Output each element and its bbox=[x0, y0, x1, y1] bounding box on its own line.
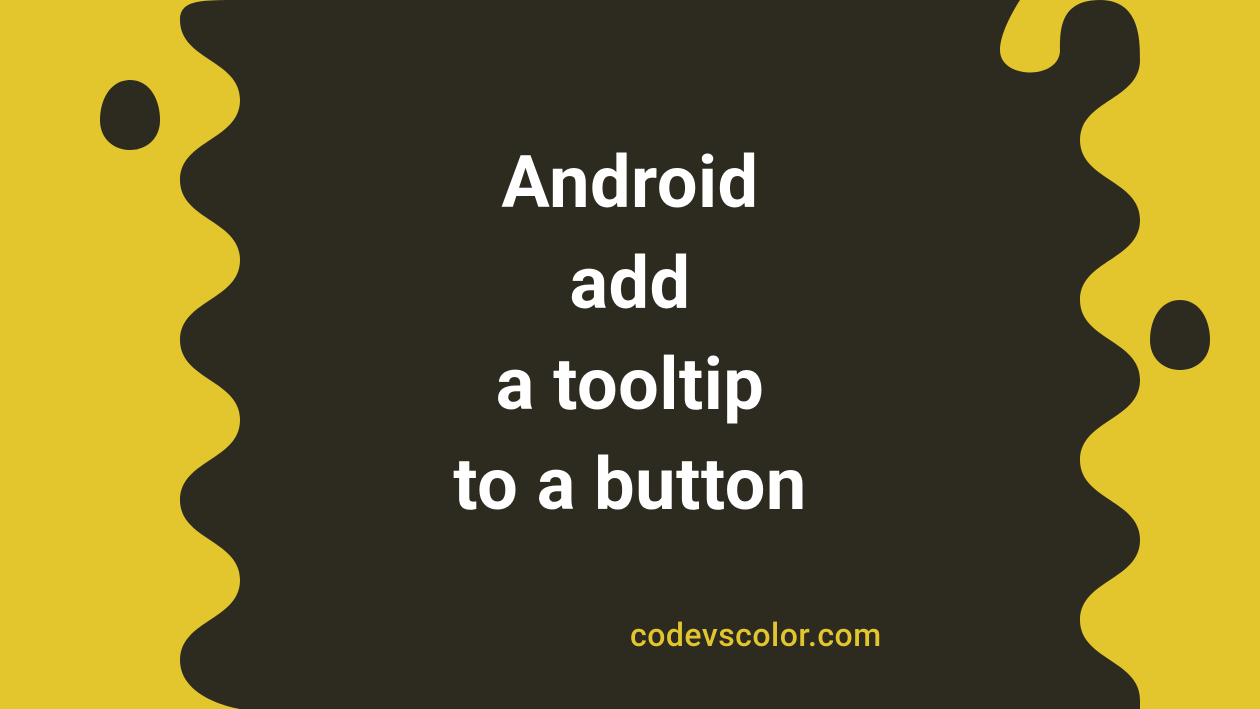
main-title: Android add a tooltip to a button bbox=[453, 133, 807, 536]
title-line-2: add bbox=[453, 234, 807, 335]
content-area: Android add a tooltip to a button bbox=[0, 0, 1260, 709]
title-line-1: Android bbox=[453, 133, 807, 234]
title-line-3: a tooltip bbox=[453, 335, 807, 436]
title-line-4: to a button bbox=[453, 435, 807, 536]
attribution-text: codevscolor.com bbox=[630, 616, 882, 654]
